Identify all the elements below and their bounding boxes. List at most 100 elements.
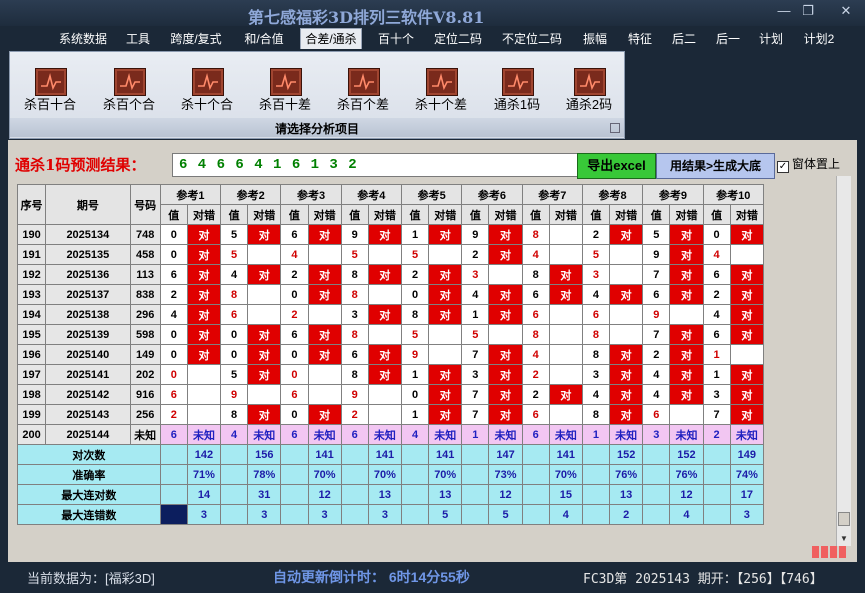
analysis-button-4[interactable]: 杀百个差 <box>326 66 400 118</box>
stat-value: 17 <box>729 484 765 505</box>
ref-value: 5 <box>642 224 671 245</box>
header-period[interactable]: 期号 <box>45 184 131 225</box>
row-seq: 200 <box>16 424 47 445</box>
analysis-button-2[interactable]: 杀十个合 <box>170 66 244 118</box>
header-ref-1[interactable]: 参考1 <box>159 184 222 205</box>
header-ref-5[interactable]: 参考5 <box>400 184 463 205</box>
table-row[interactable]: 191 2025135 458 0 对 5 4 5 5 2 对 4 5 9 对 4 <box>16 244 765 265</box>
header-ref-3[interactable]: 参考3 <box>280 184 342 205</box>
results-table: 序号 期号 号码 参考1 参考2 参考3 参考4 参考5 参考6 参考7 参考8 参考9 参考10… <box>16 184 765 525</box>
menu-item-10[interactable]: 后二 <box>669 29 699 49</box>
menu-item-1[interactable]: 工具 <box>123 29 153 49</box>
stat-spacer <box>581 444 611 465</box>
ref-value: 4 <box>702 244 731 265</box>
pending-row[interactable]: 200 2025144 未知 6 未知 4 未知 6 未知 6 未知 4 未知 1 未知 6 未知 1 未知 3 未知 2… <box>16 424 765 445</box>
ref-result <box>307 364 342 385</box>
analysis-button-1[interactable]: 杀百个合 <box>92 66 166 118</box>
ref-value: 6 <box>280 384 309 405</box>
ref-result <box>609 304 644 325</box>
ref-result: 对 <box>307 284 342 305</box>
ref-result <box>367 324 402 345</box>
header-ref-2[interactable]: 参考2 <box>220 184 282 205</box>
menu-item-6[interactable]: 定位二码 <box>431 29 485 49</box>
pending-result: 未知 <box>247 424 282 445</box>
vertical-scrollbar[interactable]: ▼ <box>836 176 851 546</box>
header-ref-6[interactable]: 参考6 <box>461 184 523 205</box>
row-number: 748 <box>129 224 161 245</box>
stat-spacer <box>340 504 369 525</box>
menu-item-12[interactable]: 计划 <box>756 29 786 49</box>
ref-result: 对 <box>428 364 463 385</box>
table-row[interactable]: 193 2025137 838 2 对 8 0 对 8 0 对 4 对 6 对 4 对 6 对 2 对 <box>16 284 765 305</box>
menu-item-4[interactable]: 合差/通杀 <box>300 28 362 49</box>
maximize-button[interactable]: ❐ <box>797 3 819 19</box>
ref-value: 7 <box>461 384 490 405</box>
table-row[interactable]: 195 2025139 598 0 对 0 对 6 对 8 5 5 8 8 7 对 6 对 <box>16 324 765 345</box>
stat-value: 3 <box>186 504 222 525</box>
ref-value: 6 <box>702 264 731 285</box>
header-ref-4[interactable]: 参考4 <box>340 184 402 205</box>
header-ref-10[interactable]: 参考10 <box>702 184 765 205</box>
menu-item-7[interactable]: 不定位二码 <box>499 29 565 49</box>
menu-item-11[interactable]: 后一 <box>713 29 743 49</box>
stat-spacer <box>581 484 611 505</box>
close-button[interactable]: ✕ <box>835 3 857 19</box>
ref-value: 2 <box>400 264 430 285</box>
scrollbar-thumb[interactable] <box>838 512 850 526</box>
ref-value: 8 <box>340 324 369 345</box>
stat-value: 74% <box>729 464 765 485</box>
menu-item-8[interactable]: 振幅 <box>580 29 610 49</box>
menu-item-13[interactable]: 计划2 <box>800 29 838 49</box>
menu-item-3[interactable]: 和/合值 <box>240 29 288 49</box>
ref-value: 4 <box>159 304 188 325</box>
menu-item-2[interactable]: 跨度/复式 <box>167 29 225 49</box>
stat-label: 最大连错数 <box>17 504 161 525</box>
export-excel-button[interactable]: 导出excel <box>577 153 656 179</box>
stat-spacer <box>220 484 249 505</box>
scroll-down-icon[interactable]: ▼ <box>838 532 850 546</box>
ref-result: 对 <box>488 384 523 405</box>
stat-value: 15 <box>548 484 583 505</box>
ref-value: 5 <box>220 364 249 385</box>
pending-result: 未知 <box>609 424 644 445</box>
table-row[interactable]: 198 2025142 916 6 9 6 9 0 对 7 对 2 对 4 对 4 对 3 对 <box>16 384 765 405</box>
stat-value: 5 <box>488 504 523 525</box>
ref-result: 对 <box>548 264 583 285</box>
checkbox-box[interactable]: ✓ <box>777 161 789 173</box>
table-row[interactable]: 196 2025140 149 0 对 0 对 0 对 6 对 9 7 对 4 8 对 2 对 1 <box>16 344 765 365</box>
stat-spacer <box>521 464 550 485</box>
minimize-button[interactable]: — <box>773 3 795 19</box>
window-topmost-checkbox[interactable]: ✓ 窗体置上 <box>777 155 840 173</box>
table-row[interactable]: 192 2025136 113 6 对 4 对 2 对 8 对 2 对 3 8 对 3 7 对 6 对 <box>16 264 765 285</box>
table-row[interactable]: 194 2025138 296 4 对 6 2 3 对 8 对 1 对 6 6 9 4 对 <box>16 304 765 325</box>
analysis-button-0[interactable]: 杀百十合 <box>13 66 87 118</box>
ref-result: 对 <box>307 404 342 425</box>
ref-value: 0 <box>280 404 309 425</box>
header-seq[interactable]: 序号 <box>16 184 47 225</box>
stat-value: 12 <box>307 484 342 505</box>
header-ref-9[interactable]: 参考9 <box>642 184 704 205</box>
ref-result: 对 <box>247 224 282 245</box>
ref-value: 9 <box>400 344 430 365</box>
ref-value: 9 <box>642 304 671 325</box>
table-row[interactable]: 197 2025141 202 0 5 对 0 8 对 1 对 3 对 2 3 对 4 对 1 对 <box>16 364 765 385</box>
table-row[interactable]: 199 2025143 256 2 8 对 0 对 2 1 对 7 对 6 8 对 6 7 对 <box>16 404 765 425</box>
analysis-button-6[interactable]: 通杀1码 <box>480 66 554 118</box>
menu-item-9[interactable]: 特征 <box>625 29 655 49</box>
analysis-button-5[interactable]: 杀十个差 <box>404 66 478 118</box>
ref-value: 2 <box>702 284 731 305</box>
header-ref-8[interactable]: 参考8 <box>581 184 644 205</box>
ref-value: 8 <box>521 324 550 345</box>
table-row[interactable]: 190 2025134 748 0 对 5 对 6 对 9 对 1 对 9 对 8 2 对 5 对 0 对 <box>16 224 765 245</box>
menu-item-5[interactable]: 百十个 <box>376 29 416 49</box>
analysis-button-3[interactable]: 杀百十差 <box>248 66 322 118</box>
header-ref-7[interactable]: 参考7 <box>521 184 583 205</box>
header-number[interactable]: 号码 <box>129 184 161 225</box>
prediction-field[interactable]: 6 4 6 6 4 1 6 1 3 2 <box>172 153 578 177</box>
ref-result <box>609 264 644 285</box>
generate-base-button[interactable]: 用结果>生成大底 <box>656 153 775 179</box>
ribbon-expand-icon[interactable] <box>610 123 620 133</box>
ref-value: 3 <box>702 384 731 405</box>
menu-item-0[interactable]: 系统数据 <box>55 29 111 49</box>
analysis-button-7[interactable]: 通杀2码 <box>552 66 626 118</box>
